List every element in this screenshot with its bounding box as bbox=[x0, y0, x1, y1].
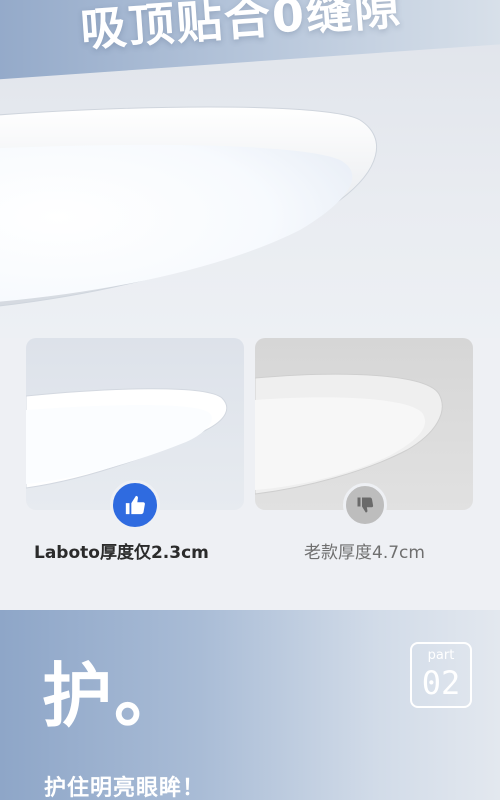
thickness-comparison: Laboto厚度仅2.3cm 老款厚度4.7cm bbox=[0, 338, 500, 610]
thumbs-down-badge bbox=[343, 483, 387, 527]
section-heading: 护。 bbox=[42, 655, 186, 737]
section-subtitle: 护住明亮眼眸！ bbox=[44, 776, 206, 800]
thumbs-up-badge bbox=[110, 480, 160, 530]
thumbs-up-icon bbox=[125, 495, 145, 515]
part-two-section: 护。 part 02 护住明亮眼眸！ bbox=[0, 610, 500, 800]
ceiling-lamp-image bbox=[0, 106, 377, 307]
new-lamp-caption: Laboto厚度仅2.3cm bbox=[34, 543, 209, 563]
old-lamp-caption: 老款厚度4.7cm bbox=[304, 543, 425, 563]
hero-section: 吸顶贴合0缝隙 bbox=[0, 0, 500, 338]
part-word: part bbox=[427, 648, 455, 663]
part-number: 02 bbox=[421, 664, 461, 702]
thumbs-down-icon bbox=[357, 497, 374, 513]
part-number-badge: part 02 bbox=[410, 642, 472, 708]
